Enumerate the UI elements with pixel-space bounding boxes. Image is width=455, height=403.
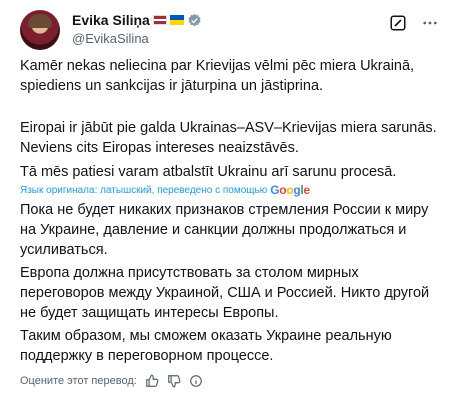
header-actions: [389, 14, 439, 32]
ukraine-flag-icon: [169, 15, 184, 25]
latvia-flag-icon: [152, 15, 167, 25]
post-header: Evika Siliņa @EvikaSilina: [20, 10, 439, 50]
translated-paragraph: Европа должна присутствовать за столом м…: [20, 265, 430, 321]
translation-note[interactable]: Язык оригинала: латышский, переведено с …: [20, 183, 310, 197]
author-name-row: Evika Siliņa: [72, 12, 202, 28]
translated-paragraph: Таким образом, мы сможем оказать Украине…: [20, 328, 392, 364]
verified-badge-icon[interactable]: [187, 13, 202, 28]
google-logo: Google: [270, 183, 310, 197]
info-icon[interactable]: [189, 374, 203, 388]
original-paragraph: Tā mēs patiesi varam atbalstīt Ukrainu a…: [20, 164, 397, 180]
translation-note-text[interactable]: Язык оригинала: латышский, переведено с …: [20, 185, 267, 196]
avatar[interactable]: [20, 10, 60, 50]
grok-icon[interactable]: [389, 14, 407, 32]
original-paragraph: Kamēr nekas neliecina par Krievijas vēlm…: [20, 58, 415, 94]
author-name[interactable]: Evika Siliņa: [72, 12, 150, 28]
author-handle[interactable]: @EvikaSilina: [72, 31, 149, 46]
original-paragraph: Eiropai ir jābūt pie galda Ukrainas–ASV–…: [20, 120, 437, 156]
more-icon[interactable]: [421, 14, 439, 32]
rate-translation-row: Оцените этот перевод:: [20, 374, 203, 388]
thumbs-down-icon[interactable]: [167, 374, 181, 388]
rate-translation-label: Оцените этот перевод:: [20, 375, 137, 387]
thumbs-up-icon[interactable]: [145, 374, 159, 388]
translated-paragraph: Пока не будет никаких признаков стремлен…: [20, 202, 429, 258]
